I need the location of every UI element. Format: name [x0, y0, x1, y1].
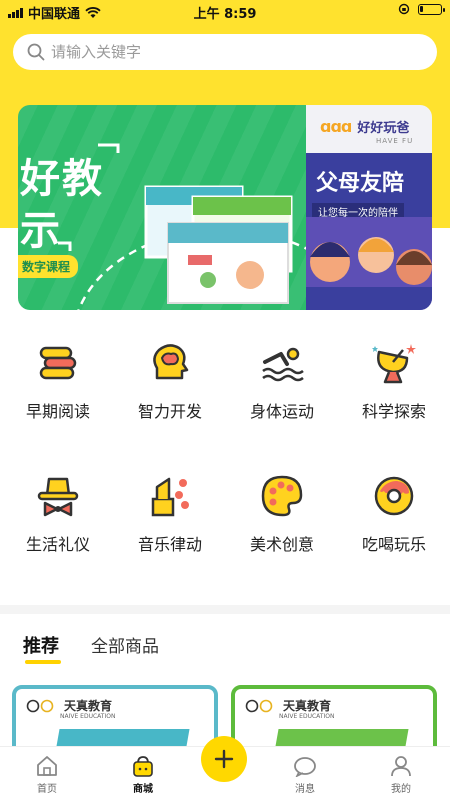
search-input[interactable]: [51, 43, 411, 61]
promo-banner[interactable]: 好教 示 数字课程 ɑɑɑ 好好玩爸 HAVE FU 父母友陪 让您每一次的陪伴: [18, 105, 432, 310]
brand-logo-icon: [26, 699, 54, 712]
category-label: 智力开发: [137, 402, 202, 421]
add-button[interactable]: [201, 736, 247, 782]
pagination-dot: [218, 293, 223, 298]
hat-bowtie-icon: [37, 477, 79, 517]
category-label: 吃喝玩乐: [361, 535, 426, 554]
nav-shop[interactable]: 商城: [98, 755, 188, 795]
nav-label: 我的: [391, 784, 411, 795]
brand-logo-icon: [245, 699, 273, 712]
message-icon: [294, 757, 316, 777]
category-music[interactable]: 音乐律动: [114, 473, 226, 555]
banner-brand: 好好玩爸: [357, 121, 410, 136]
donut-icon: [374, 476, 414, 516]
person-icon: [391, 756, 411, 777]
category-science[interactable]: 科学探索: [338, 340, 450, 422]
paint-palette-icon: [261, 475, 303, 517]
nav-label: 商城: [133, 784, 153, 795]
shop-bag-icon: [133, 756, 153, 777]
banner-headline-1: 好教: [20, 156, 104, 202]
orientation-lock-icon: [398, 3, 410, 15]
banner-headline-b: 父母友陪: [316, 171, 405, 196]
section-divider: [0, 605, 450, 614]
music-notes-icon: [151, 477, 189, 517]
product-brand: 天真教育: [283, 699, 332, 713]
product-brand-en: NAIVE EDUCATION: [60, 713, 116, 720]
app-screen: 中国联通 上午 8:59 请输入关键字 好教 示 数字课程 ɑɑɑ 好好玩爸 H…: [0, 0, 450, 800]
tab-recommended[interactable]: 推荐: [23, 632, 61, 664]
nav-label: 首页: [37, 784, 57, 795]
nav-messages[interactable]: 消息: [260, 755, 350, 795]
banner-slide-course[interactable]: 好教 示 数字课程: [18, 105, 308, 310]
category-intelligence[interactable]: 智力开发: [114, 340, 226, 422]
books-icon: [39, 346, 77, 380]
nav-label: 消息: [295, 784, 315, 795]
brain-head-icon: [153, 344, 189, 380]
category-label: 科学探索: [361, 402, 426, 421]
satellite-dish-icon: [372, 344, 416, 384]
product-brand-en: NAIVE EDUCATION: [279, 713, 335, 720]
category-sports[interactable]: 身体运动: [226, 340, 338, 422]
product-brand: 天真教育: [64, 699, 113, 713]
status-time: 上午 8:59: [193, 7, 257, 22]
banner-headline-2: 示: [20, 208, 62, 254]
category-etiquette[interactable]: 生活礼仪: [2, 473, 114, 555]
search-icon: [27, 43, 45, 61]
banner-pagination: [18, 293, 432, 298]
category-label: 美术创意: [249, 535, 314, 554]
category-label: 音乐律动: [137, 535, 202, 554]
banner-brand-en: HAVE FU: [376, 137, 414, 145]
plus-icon: [214, 749, 234, 769]
banner-tag: 数字课程: [18, 255, 79, 278]
pagination-dot: [227, 293, 232, 298]
tab-all-products[interactable]: 全部商品: [91, 632, 159, 658]
category-early-reading[interactable]: 早期阅读: [2, 340, 114, 422]
banner-slide-parenting[interactable]: ɑɑɑ 好好玩爸 HAVE FU 父母友陪 让您每一次的陪伴: [306, 105, 432, 310]
nav-home[interactable]: 首页: [2, 755, 92, 795]
nav-mine[interactable]: 我的: [356, 755, 446, 795]
category-label: 生活礼仪: [25, 535, 90, 554]
brand-logo: ɑɑɑ: [320, 117, 352, 136]
status-bar: 中国联通 上午 8:59: [0, 0, 450, 22]
swimmer-icon: [262, 347, 304, 382]
home-icon: [37, 756, 57, 776]
category-art[interactable]: 美术创意: [226, 473, 338, 555]
search-bar[interactable]: [13, 34, 437, 70]
battery-icon: [418, 3, 445, 15]
category-food-fun[interactable]: 吃喝玩乐: [338, 473, 450, 555]
category-label: 早期阅读: [25, 402, 90, 421]
product-tabs: 推荐 全部商品: [23, 632, 159, 664]
category-label: 身体运动: [249, 402, 314, 421]
